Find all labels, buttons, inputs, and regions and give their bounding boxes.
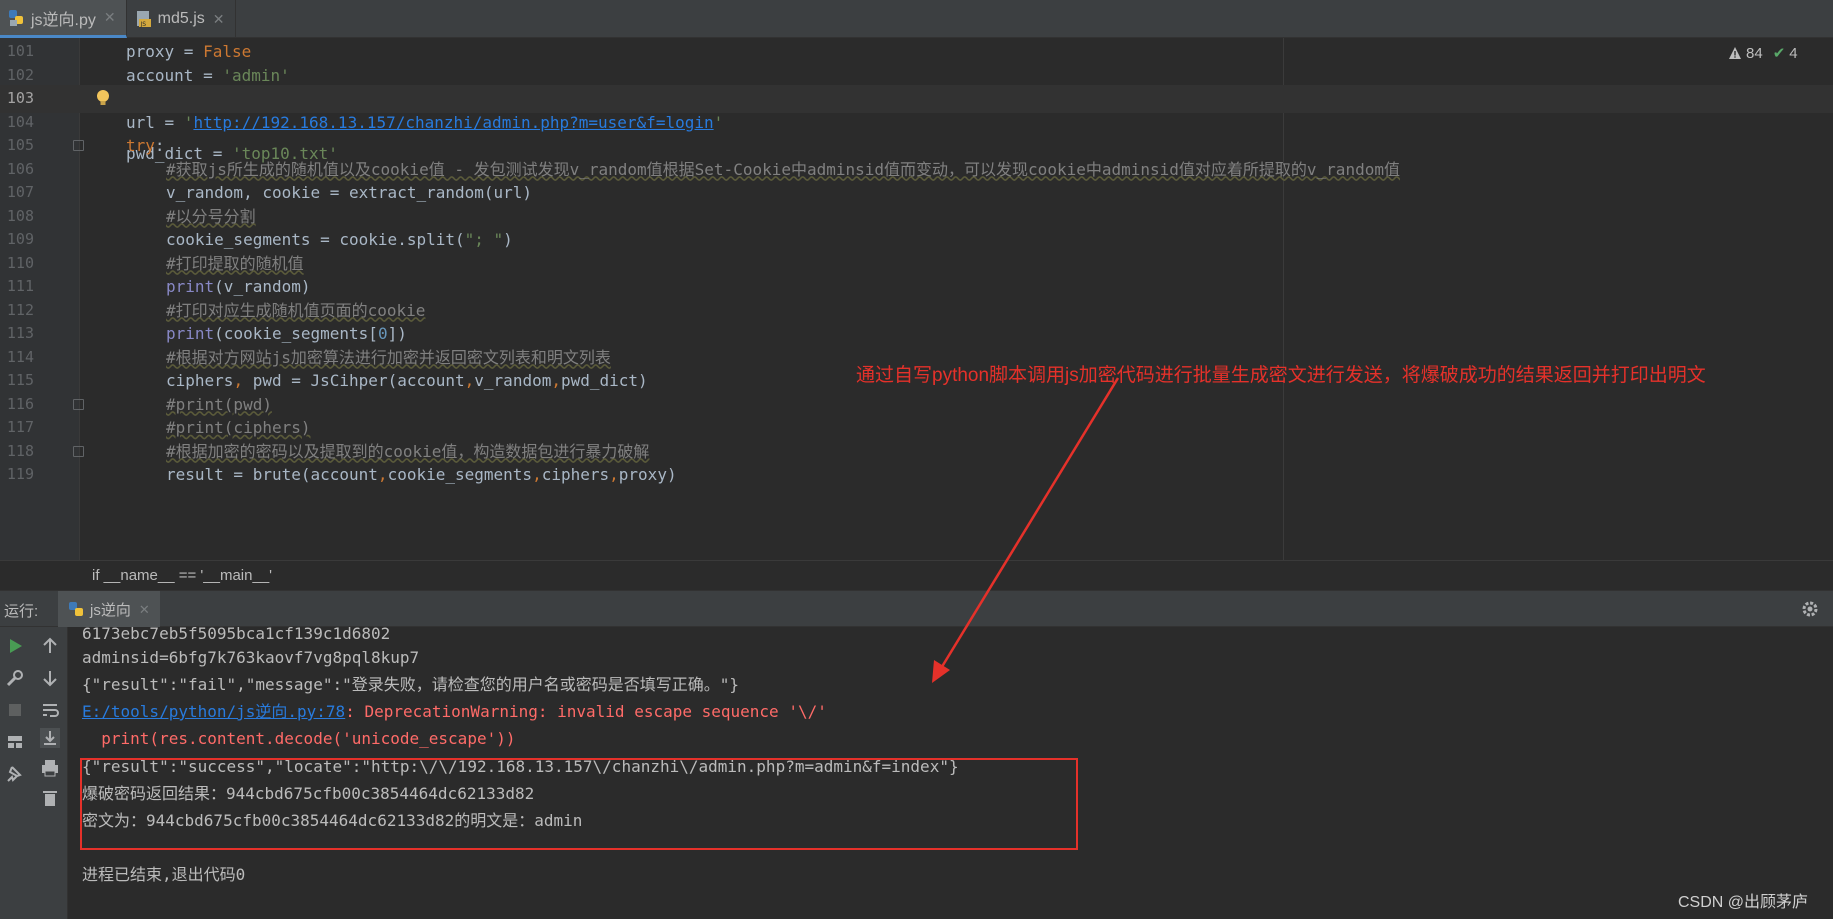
fold-marker[interactable] <box>73 445 84 457</box>
console-error-line: print(res.content.decode('unicode_escape… <box>82 729 516 748</box>
breadcrumb[interactable]: if __name__ == '__main__' <box>0 560 1833 590</box>
console-line: 6173ebc7eb5f5095bca1cf139c1d6802 <box>82 624 391 643</box>
annotation-text: 通过自写python脚本调用js加密代码进行批量生成密文进行发送，将爆破成功的结… <box>856 365 1706 386</box>
close-icon[interactable]: ✕ <box>104 9 116 26</box>
soft-wrap-icon[interactable] <box>39 699 61 721</box>
code-line: 119 result = brute(account,cookie_segment… <box>6 465 677 484</box>
layout-icon[interactable] <box>4 731 26 753</box>
svg-text:JS: JS <box>139 21 146 28</box>
fold-marker[interactable] <box>73 140 84 151</box>
watermark: CSDN @出顾茅庐 <box>1678 894 1809 911</box>
source-link[interactable]: E:/tools/python/js逆向.py:78 <box>82 702 345 721</box>
gear-icon[interactable] <box>1800 599 1820 619</box>
console-line: 进程已结束,退出代码0 <box>82 865 246 884</box>
tab-md5-js[interactable]: JS md5.js ✕ <box>127 0 236 38</box>
pin-icon[interactable] <box>4 763 26 785</box>
print-icon[interactable] <box>39 757 61 779</box>
console-line: {"result":"fail","message":"登录失败，请检查您的用户… <box>82 675 739 694</box>
highlight-box <box>80 758 1078 850</box>
breadcrumb-item[interactable]: if __name__ == '__main__' <box>92 567 272 584</box>
fold-marker[interactable] <box>73 398 84 410</box>
console-error-line: E:/tools/python/js逆向.py:78: DeprecationW… <box>82 698 827 725</box>
editor-tab-bar: js逆向.py ✕ JS md5.js ✕ <box>0 0 1833 38</box>
arrow-down-icon[interactable] <box>39 667 61 689</box>
console-line: adminsid=6bfg7k763kaovf7vg8pql8kup7 <box>82 648 420 667</box>
js-file-icon: JS <box>136 11 151 28</box>
tab-label: js逆向.py <box>31 11 96 29</box>
tab-js-reverse-py[interactable]: js逆向.py ✕ <box>0 0 127 38</box>
tab-label: md5.js <box>157 10 205 27</box>
close-icon[interactable]: ✕ <box>139 602 150 618</box>
scroll-to-end-icon[interactable] <box>39 727 61 749</box>
arrow-up-icon[interactable] <box>39 635 61 657</box>
run-tab-label: js逆向 <box>90 602 131 619</box>
lightbulb-icon[interactable] <box>96 89 110 108</box>
close-icon[interactable]: ✕ <box>213 11 225 28</box>
wrench-icon[interactable] <box>4 667 26 689</box>
python-file-icon <box>9 9 23 26</box>
code-editor[interactable]: 84 ✔ 4 101 proxy = False 102 account = 'ad… <box>0 38 1833 560</box>
stop-icon[interactable] <box>4 699 26 721</box>
warning-text: : DeprecationWarning: invalid escape seq… <box>345 702 827 721</box>
run-toolbar <box>0 627 68 919</box>
trash-icon[interactable] <box>39 787 61 809</box>
run-label: 运行: <box>4 603 39 620</box>
python-file-icon <box>69 601 83 616</box>
rerun-icon[interactable] <box>4 635 26 657</box>
